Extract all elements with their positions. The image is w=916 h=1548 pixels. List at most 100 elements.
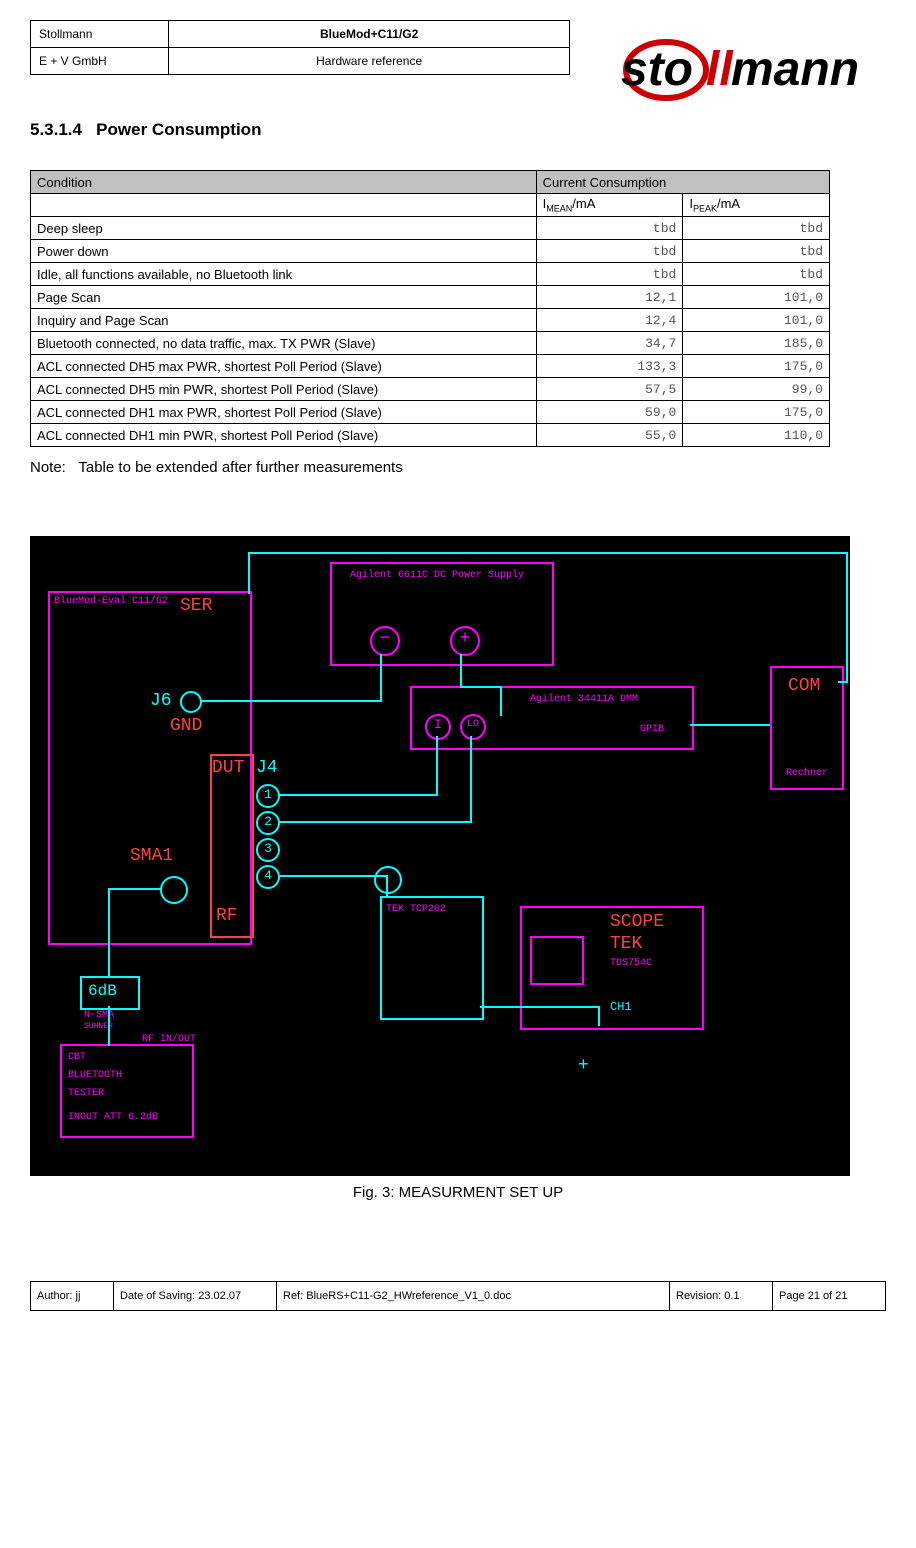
subheader-peak: IPEAK/mA	[683, 194, 830, 217]
wire	[500, 686, 502, 716]
header-left-bottom: E + V GmbH	[31, 48, 169, 75]
bttester2-label: TESTER	[68, 1088, 104, 1099]
ps-minus: −	[370, 626, 400, 656]
tds-label: TDS754C	[610, 958, 652, 969]
svg-text:sto: sto	[621, 43, 693, 96]
gnd-label: GND	[170, 716, 202, 736]
j4-pin2: 2	[256, 811, 280, 835]
footer-page: Page 21 of 21	[773, 1282, 886, 1311]
cell-mean: tbd	[536, 263, 683, 286]
dmm-hi: I	[425, 714, 451, 740]
cell-peak: 185,0	[683, 332, 830, 355]
rfinout-label: RF IN/OUT	[142, 1034, 196, 1045]
scope-label: SCOPE	[610, 912, 664, 932]
wire	[470, 736, 472, 823]
note: Note: Table to be extended after further…	[30, 459, 886, 476]
section-heading: 5.3.1.4 Power Consumption	[30, 120, 886, 140]
j6-label: J6	[150, 691, 172, 711]
footer-table: Author: jj Date of Saving: 23.02.07 Ref:…	[30, 1281, 886, 1311]
footer-ref: Ref: BlueRS+C11-G2_HWreference_V1_0.doc	[277, 1282, 670, 1311]
wire	[248, 552, 250, 594]
table-row: Inquiry and Page Scan12,4101,0	[31, 309, 830, 332]
cell-condition: ACL connected DH1 min PWR, shortest Poll…	[31, 424, 537, 447]
cell-condition: Bluetooth connected, no data traffic, ma…	[31, 332, 537, 355]
cell-condition: Inquiry and Page Scan	[31, 309, 537, 332]
wire	[108, 941, 110, 977]
wire	[108, 1006, 110, 1046]
cell-peak: tbd	[683, 240, 830, 263]
wire	[278, 821, 472, 823]
table-row: ACL connected DH1 min PWR, shortest Poll…	[31, 424, 830, 447]
table-header-condition: Condition	[31, 171, 537, 194]
wire	[460, 654, 462, 688]
sma1-connector	[160, 876, 188, 904]
cell-mean: 57,5	[536, 378, 683, 401]
rechner-label: Rechner	[786, 768, 828, 779]
cell-peak: 101,0	[683, 309, 830, 332]
ch1-label: CH1	[610, 1000, 632, 1014]
cell-mean: 34,7	[536, 332, 683, 355]
wire	[460, 686, 502, 688]
tek-tcp-label: TEK TCP202	[386, 904, 446, 915]
j4-label: J4	[256, 758, 278, 778]
tek-label: TEK	[610, 934, 642, 954]
cell-condition: Deep sleep	[31, 217, 537, 240]
note-text: Table to be extended after further measu…	[78, 459, 402, 476]
stollmann-logo: sto ll mann	[616, 35, 886, 105]
wire	[386, 875, 388, 897]
agilent-ps-label: Agilent 6611C DC Power Supply	[350, 570, 524, 581]
wire	[480, 1006, 600, 1008]
ps-plus: +	[450, 626, 480, 656]
com-label: COM	[788, 676, 820, 696]
svg-text:mann: mann	[731, 43, 859, 96]
wire	[690, 724, 770, 726]
ser-label: SER	[180, 596, 212, 616]
cell-condition: ACL connected DH5 min PWR, shortest Poll…	[31, 378, 537, 401]
cell-peak: 175,0	[683, 401, 830, 424]
cell-peak: 175,0	[683, 355, 830, 378]
cell-mean: 55,0	[536, 424, 683, 447]
tcp-connector	[374, 866, 402, 894]
cell-condition: Power down	[31, 240, 537, 263]
figure-caption: Fig. 3: MEASURMENT SET UP	[30, 1184, 886, 1201]
cell-condition: ACL connected DH1 max PWR, shortest Poll…	[31, 401, 537, 424]
cell-mean: tbd	[536, 217, 683, 240]
table-header-current: Current Consumption	[536, 171, 829, 194]
cell-peak: tbd	[683, 217, 830, 240]
header-mid-top: BlueMod+C11/G2	[169, 21, 570, 48]
power-consumption-table: Condition Current Consumption IMEAN/mA I…	[30, 170, 830, 447]
wire	[200, 700, 380, 702]
gpib-label: GPIB	[640, 724, 664, 735]
footer-revision: Revision: 0.1	[670, 1282, 773, 1311]
dut-label: DUT	[212, 758, 244, 778]
table-row: Page Scan12,1101,0	[31, 286, 830, 309]
cell-peak: 101,0	[683, 286, 830, 309]
section-title-text: Power Consumption	[96, 120, 261, 139]
header-left-top: Stollmann	[31, 21, 169, 48]
wire	[278, 794, 438, 796]
cell-mean: 133,3	[536, 355, 683, 378]
inout-att-label: INOUT ATT 6.2dB	[68, 1112, 158, 1123]
section-number: 5.3.1.4	[30, 120, 82, 139]
table-row: ACL connected DH5 min PWR, shortest Poll…	[31, 378, 830, 401]
rf-label: RF	[216, 906, 238, 926]
cell-condition: Idle, all functions available, no Blueto…	[31, 263, 537, 286]
wire	[846, 552, 848, 682]
cell-mean: tbd	[536, 240, 683, 263]
j4-pin3: 3	[256, 838, 280, 862]
table-row: Power downtbdtbd	[31, 240, 830, 263]
header-table: Stollmann BlueMod+C11/G2 E + V GmbH Hard…	[30, 20, 570, 75]
j4-pin1: 1	[256, 784, 280, 808]
wire	[838, 681, 848, 683]
cross-icon: +	[578, 1056, 589, 1076]
footer-author: Author: jj	[31, 1282, 114, 1311]
cell-peak: 110,0	[683, 424, 830, 447]
cbt-label: CBT	[68, 1052, 86, 1063]
measurement-setup-diagram: BlueMod-Eval C11/G2 SER J6 GND DUT J4 1 …	[30, 536, 850, 1176]
cell-mean: 59,0	[536, 401, 683, 424]
cell-peak: tbd	[683, 263, 830, 286]
table-row: ACL connected DH5 max PWR, shortest Poll…	[31, 355, 830, 378]
scope-screen	[530, 936, 584, 985]
sma1-label: SMA1	[130, 846, 173, 866]
table-row: Bluetooth connected, no data traffic, ma…	[31, 332, 830, 355]
